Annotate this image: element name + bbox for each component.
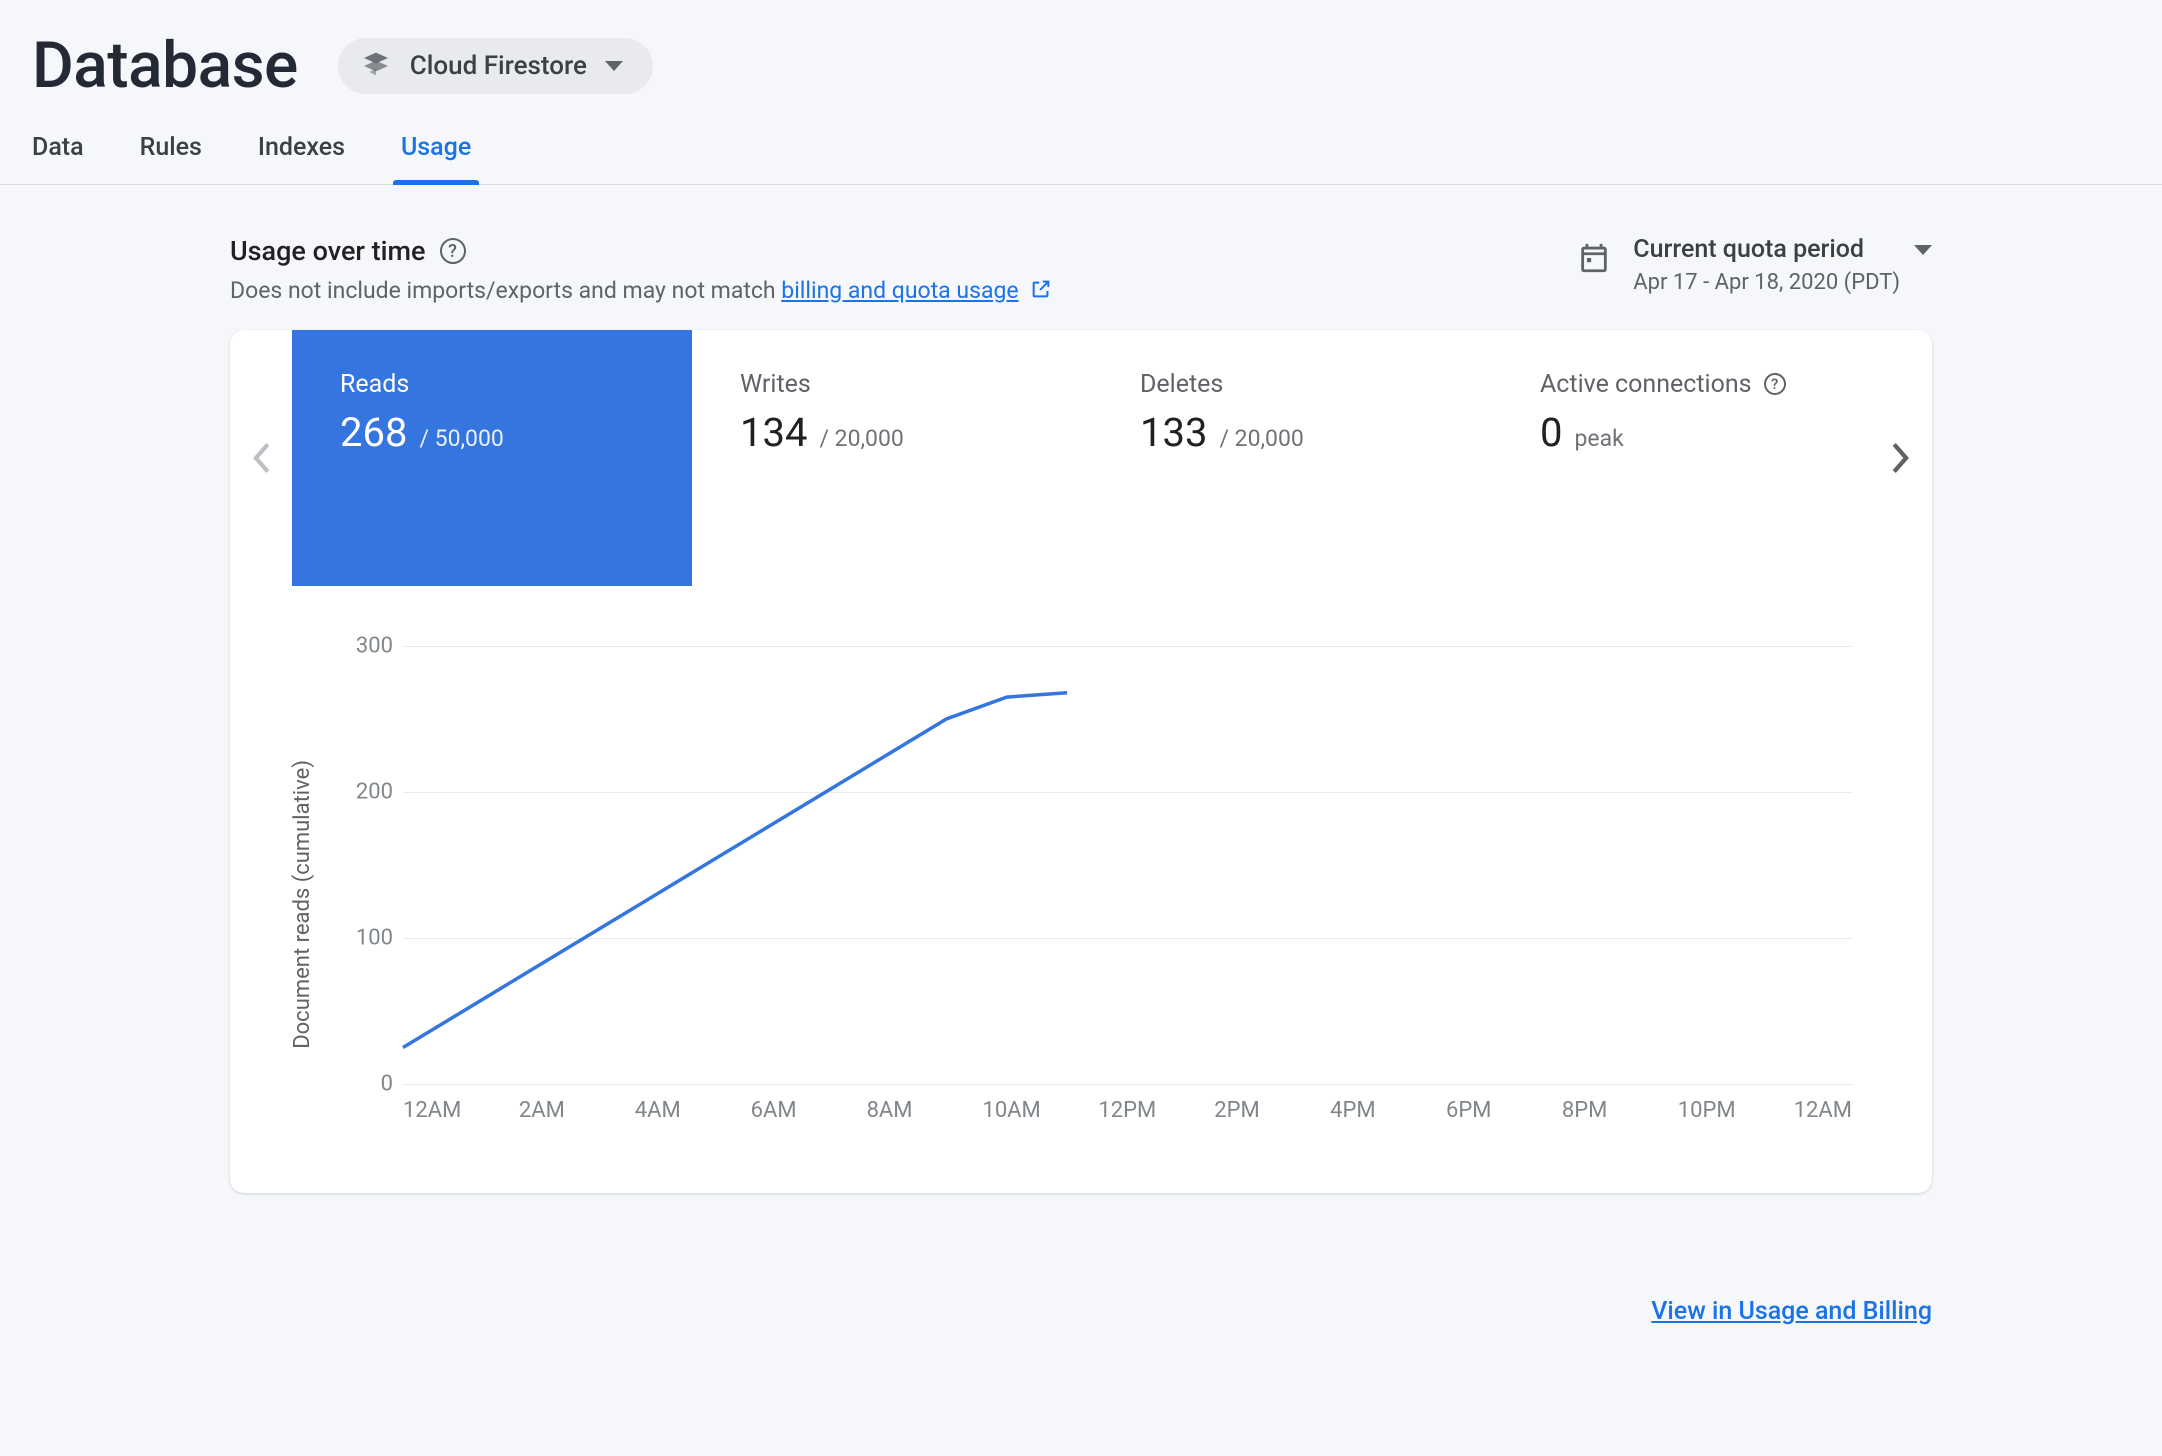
view-usage-billing-link[interactable]: View in Usage and Billing xyxy=(1651,1297,1932,1326)
help-icon[interactable]: ? xyxy=(1764,373,1786,395)
metric-deletes[interactable]: Deletes 133 / 20,000 xyxy=(1092,330,1492,586)
x-tick: 12AM xyxy=(403,1098,519,1123)
x-tick: 10AM xyxy=(982,1098,1098,1123)
tab-indexes[interactable]: Indexes xyxy=(258,133,345,184)
tab-usage[interactable]: Usage xyxy=(401,133,471,184)
metric-reads[interactable]: Reads 268 / 50,000 xyxy=(292,330,692,586)
x-tick: 12PM xyxy=(1098,1098,1214,1123)
metric-quota: / 20,000 xyxy=(1219,425,1303,452)
metric-label: Reads xyxy=(340,370,409,399)
y-tick: 200 xyxy=(343,779,393,804)
metric-label: Writes xyxy=(740,370,811,399)
chevron-down-icon xyxy=(605,61,623,71)
scroll-left-button[interactable] xyxy=(230,330,292,586)
x-tick: 8PM xyxy=(1562,1098,1678,1123)
metric-value: 134 xyxy=(740,409,807,456)
metric-label: Deletes xyxy=(1140,370,1223,399)
tabs: Data Rules Indexes Usage xyxy=(0,103,2162,185)
x-tick: 6AM xyxy=(751,1098,867,1123)
metric-label: Active connections xyxy=(1540,370,1752,399)
x-tick: 10PM xyxy=(1678,1098,1794,1123)
y-axis-label: Document reads (cumulative) xyxy=(290,720,315,1049)
database-selector[interactable]: Cloud Firestore xyxy=(338,38,653,94)
calendar-icon xyxy=(1577,241,1611,279)
database-selector-label: Cloud Firestore xyxy=(410,51,587,81)
y-tick: 100 xyxy=(343,925,393,950)
chart: Document reads (cumulative) 0 100 200 300 1… xyxy=(230,586,1932,1193)
x-tick: 4PM xyxy=(1330,1098,1446,1123)
period-label: Current quota period xyxy=(1633,235,1864,264)
metric-writes[interactable]: Writes 134 / 20,000 xyxy=(692,330,1092,586)
chart-line xyxy=(403,646,1852,1084)
x-tick: 12AM xyxy=(1794,1098,1852,1123)
metric-active-connections[interactable]: Active connections ? 0 peak xyxy=(1492,330,1870,586)
metric-quota: / 50,000 xyxy=(419,425,503,452)
y-tick: 0 xyxy=(343,1071,393,1096)
period-range: Apr 17 - Apr 18, 2020 (PDT) xyxy=(1633,270,1932,295)
metric-quota: / 20,000 xyxy=(819,425,903,452)
metric-value: 268 xyxy=(340,409,407,456)
chevron-down-icon xyxy=(1914,245,1932,255)
page-title: Database xyxy=(32,28,298,103)
x-tick: 2AM xyxy=(519,1098,635,1123)
metric-quota: peak xyxy=(1574,425,1623,452)
external-link-icon xyxy=(1030,278,1052,306)
gridline xyxy=(403,1084,1852,1085)
metric-value: 133 xyxy=(1140,409,1207,456)
y-tick: 300 xyxy=(343,633,393,658)
section-title: Usage over time xyxy=(230,235,426,267)
billing-quota-link[interactable]: billing and quota usage xyxy=(781,277,1018,304)
firestore-icon xyxy=(360,50,392,82)
x-tick: 8AM xyxy=(867,1098,983,1123)
help-icon[interactable]: ? xyxy=(440,238,466,264)
tab-rules[interactable]: Rules xyxy=(140,133,202,184)
x-tick: 4AM xyxy=(635,1098,751,1123)
section-subtitle: Does not include imports/exports and may… xyxy=(230,277,1052,306)
metric-value: 0 xyxy=(1540,409,1562,456)
section-subtitle-text: Does not include imports/exports and may… xyxy=(230,277,781,304)
period-selector[interactable]: Current quota period Apr 17 - Apr 18, 20… xyxy=(1577,235,1932,295)
x-tick: 2PM xyxy=(1214,1098,1330,1123)
usage-card: Reads 268 / 50,000 Writes 134 / 20,000 D… xyxy=(230,330,1932,1193)
scroll-right-button[interactable] xyxy=(1870,330,1932,586)
tab-data[interactable]: Data xyxy=(32,133,84,184)
x-tick: 6PM xyxy=(1446,1098,1562,1123)
